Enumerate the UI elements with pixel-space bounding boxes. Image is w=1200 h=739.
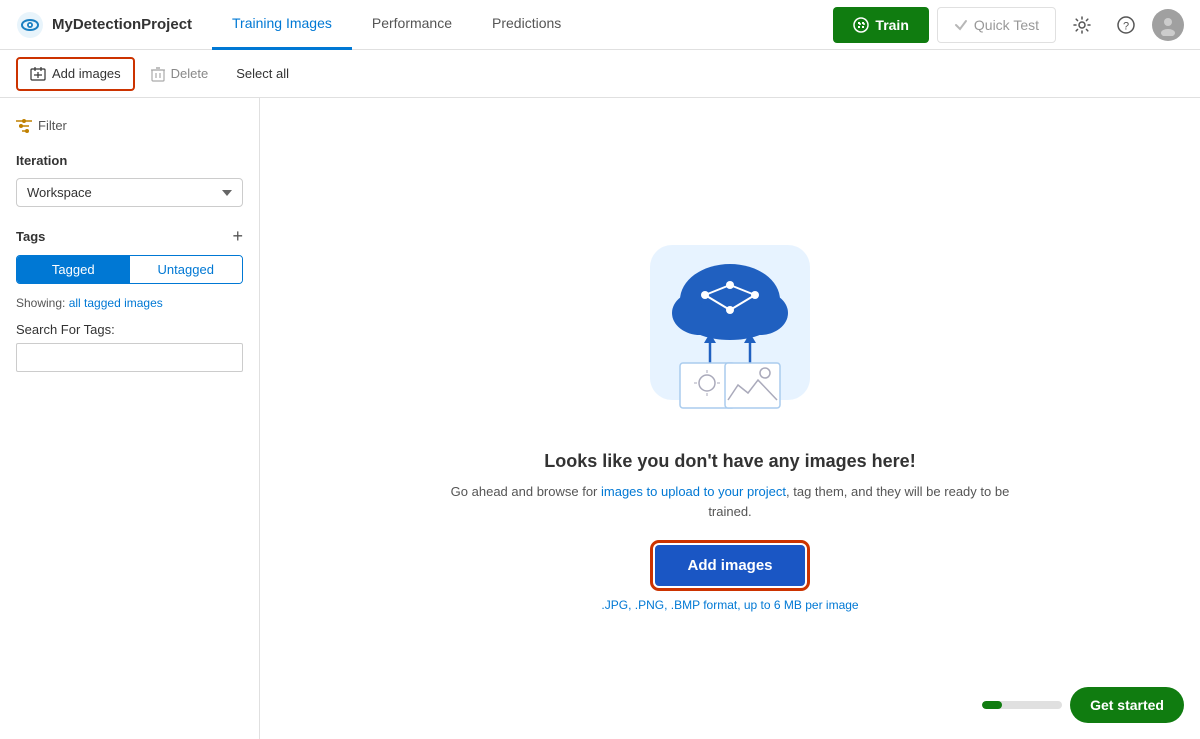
help-icon: ? [1117,16,1135,34]
select-all-label: Select all [236,66,289,81]
tags-header: Tags + [16,227,243,245]
empty-title: Looks like you don't have any images her… [544,451,915,472]
sidebar: Filter Iteration Workspace Tags + Tagged… [0,98,260,739]
iteration-label: Iteration [16,153,243,168]
add-images-main-button[interactable]: Add images [655,545,804,586]
train-icon [853,17,869,33]
header-actions: Train Quick Test ? [833,7,1184,43]
header-nav: Training Images Performance Predictions [212,0,817,50]
tag-toggle: Tagged Untagged [16,255,243,284]
quick-test-label: Quick Test [974,17,1039,33]
empty-subtitle: Go ahead and browse for images to upload… [430,482,1030,521]
select-all-button[interactable]: Select all [224,57,301,91]
tab-training-images[interactable]: Training Images [212,0,352,50]
add-images-icon [30,66,46,82]
subtitle-link[interactable]: images to upload to your project [601,484,786,499]
progress-bar [982,701,1002,709]
train-button[interactable]: Train [833,7,928,43]
train-label: Train [875,17,908,33]
header: MyDetectionProject Training Images Perfo… [0,0,1200,50]
help-button[interactable]: ? [1108,7,1144,43]
add-images-toolbar-label: Add images [52,66,121,81]
format-hint: .JPG, .PNG, .BMP format, up to 6 MB per … [601,598,858,612]
toolbar: Add images Delete Select all [0,50,1200,98]
project-name: MyDetectionProject [52,16,192,33]
empty-illustration [620,225,840,435]
user-avatar-icon [1157,14,1179,36]
add-tag-button[interactable]: + [232,227,243,245]
tags-label: Tags [16,229,45,244]
delete-button[interactable]: Delete [139,57,221,91]
content-area: Looks like you don't have any images her… [260,98,1200,739]
add-images-toolbar-button[interactable]: Add images [16,57,135,91]
tagged-button[interactable]: Tagged [17,256,130,283]
tab-predictions[interactable]: Predictions [472,0,581,50]
search-tags-label: Search For Tags: [16,322,243,337]
svg-text:?: ? [1123,20,1129,32]
header-logo: MyDetectionProject [16,11,196,39]
progress-track [982,701,1062,709]
logo-icon [16,11,44,39]
avatar[interactable] [1152,9,1184,41]
filter-icon [16,119,32,133]
tab-performance[interactable]: Performance [352,0,472,50]
illustration-svg [620,225,840,435]
quick-test-button[interactable]: Quick Test [937,7,1056,43]
iteration-dropdown[interactable]: Workspace [16,178,243,207]
filter-label: Filter [38,118,67,133]
settings-button[interactable] [1064,7,1100,43]
showing-text: Showing: all tagged images [16,296,243,310]
filter-button[interactable]: Filter [16,114,243,137]
delete-icon [151,66,165,82]
get-started-button[interactable]: Get started [1070,687,1184,723]
delete-label: Delete [171,66,209,81]
showing-link[interactable]: all tagged images [69,296,163,310]
get-started-container: Get started [982,687,1184,723]
subtitle-part1: Go ahead and browse for [451,484,601,499]
untagged-button[interactable]: Untagged [130,256,243,283]
gear-icon [1073,16,1091,34]
search-tags-input[interactable] [16,343,243,372]
checkmark-icon [954,18,968,32]
main-layout: Filter Iteration Workspace Tags + Tagged… [0,98,1200,739]
